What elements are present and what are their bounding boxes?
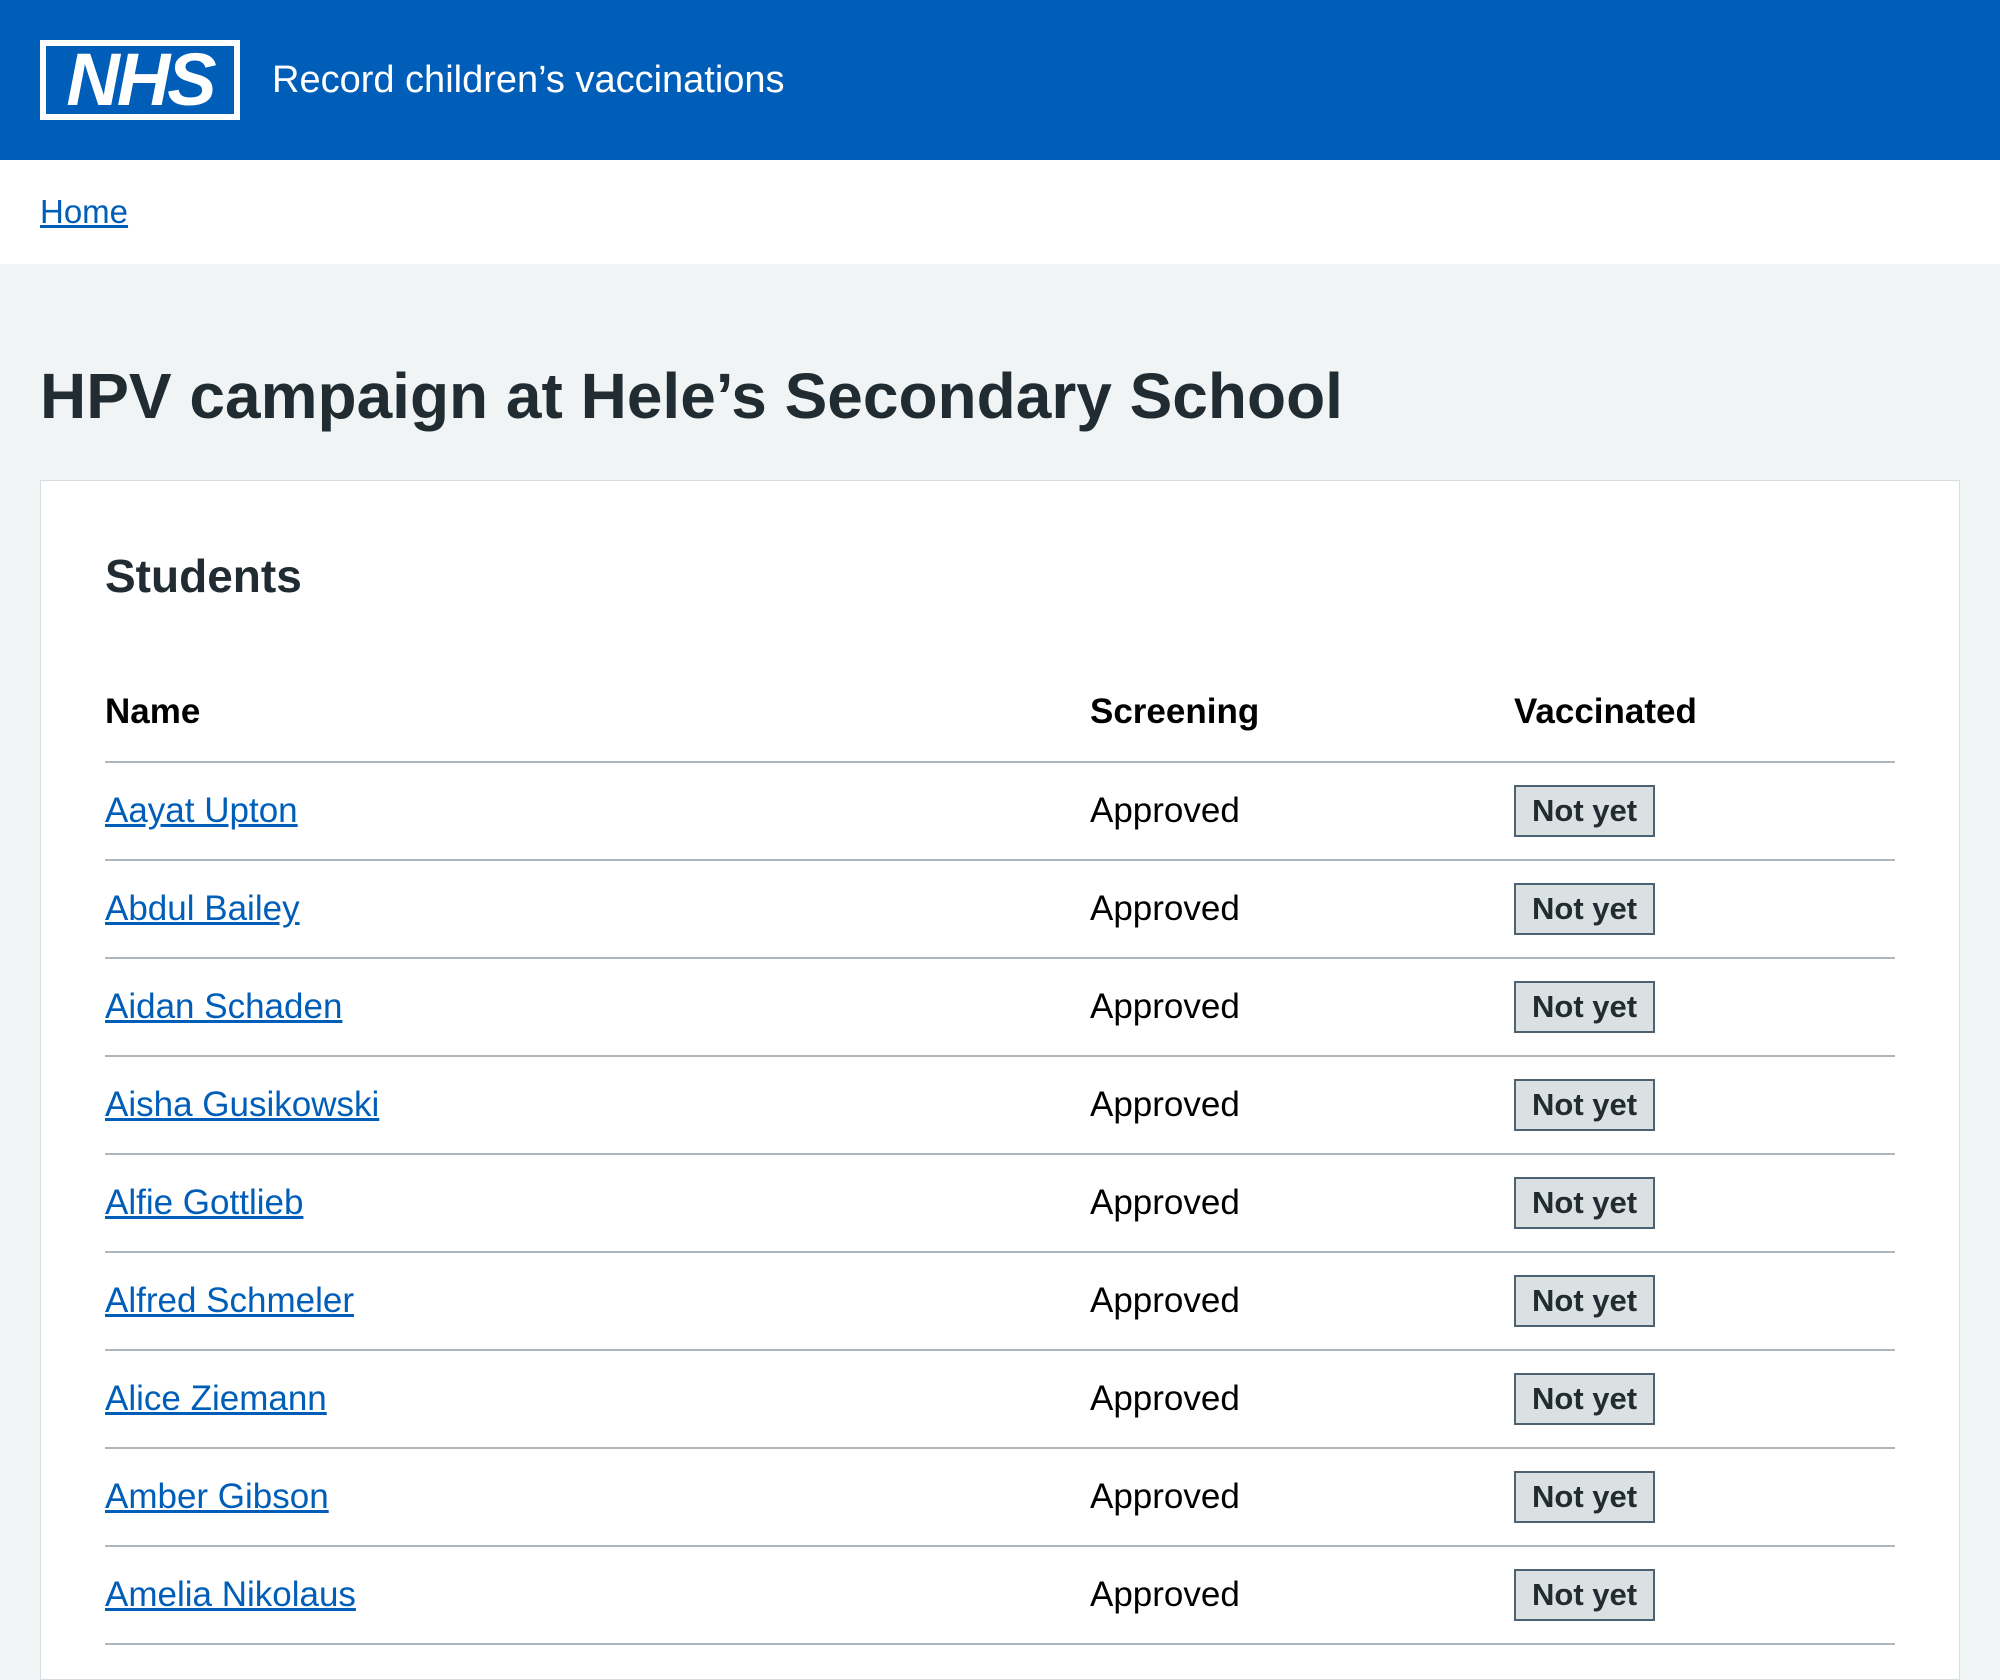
table-row: Aayat Upton Approved Not yet <box>105 762 1895 861</box>
column-header-name: Name <box>105 663 1090 763</box>
student-link[interactable]: Aisha Gusikowski <box>105 1085 379 1124</box>
status-tag: Not yet <box>1514 1274 1656 1328</box>
nhs-logo[interactable]: NHS <box>40 40 240 120</box>
column-header-screening: Screening <box>1090 663 1514 763</box>
student-link[interactable]: Alice Ziemann <box>105 1379 327 1418</box>
service-name[interactable]: Record children’s vaccinations <box>272 59 785 102</box>
name-cell: Aayat Upton <box>105 762 1090 861</box>
table-row: Amber Gibson Approved Not yet <box>105 1448 1895 1547</box>
nhs-logo-text: NHS <box>66 38 216 121</box>
student-link[interactable]: Alfie Gottlieb <box>105 1183 303 1222</box>
student-link[interactable]: Abdul Bailey <box>105 889 300 928</box>
table-row: Aisha Gusikowski Approved Not yet <box>105 1056 1895 1155</box>
site-header: NHS Record children’s vaccinations <box>0 0 2000 160</box>
table-row: Abdul Bailey Approved Not yet <box>105 860 1895 959</box>
status-tag: Not yet <box>1514 1470 1656 1524</box>
table-row: Aidan Schaden Approved Not yet <box>105 958 1895 1057</box>
screening-cell: Approved <box>1090 860 1514 959</box>
vaccinated-cell: Not yet <box>1514 1546 1895 1645</box>
student-link[interactable]: Alfred Schmeler <box>105 1281 354 1320</box>
breadcrumb-home-link[interactable]: Home <box>40 193 128 231</box>
name-cell: Alfred Schmeler <box>105 1252 1090 1351</box>
table-row: Alfred Schmeler Approved Not yet <box>105 1252 1895 1351</box>
name-cell: Aidan Schaden <box>105 958 1090 1057</box>
students-card: Students Name Screening Vaccinated Aayat… <box>40 480 1960 1680</box>
screening-cell: Approved <box>1090 762 1514 861</box>
vaccinated-cell: Not yet <box>1514 1252 1895 1351</box>
screening-cell: Approved <box>1090 1546 1514 1645</box>
table-row: Alfie Gottlieb Approved Not yet <box>105 1154 1895 1253</box>
breadcrumb: Home <box>0 160 2000 264</box>
status-tag: Not yet <box>1514 784 1656 838</box>
screening-cell: Approved <box>1090 1252 1514 1351</box>
vaccinated-cell: Not yet <box>1514 1154 1895 1253</box>
status-tag: Not yet <box>1514 1568 1656 1622</box>
table-row: Amelia Nikolaus Approved Not yet <box>105 1546 1895 1645</box>
table-row: Alice Ziemann Approved Not yet <box>105 1350 1895 1449</box>
name-cell: Amelia Nikolaus <box>105 1546 1090 1645</box>
vaccinated-cell: Not yet <box>1514 860 1895 959</box>
main-content: HPV campaign at Hele’s Secondary School … <box>0 364 2000 1680</box>
vaccinated-cell: Not yet <box>1514 1350 1895 1449</box>
page-title: HPV campaign at Hele’s Secondary School <box>40 360 1343 432</box>
screening-cell: Approved <box>1090 1350 1514 1449</box>
students-table: Name Screening Vaccinated Aayat Upton Ap… <box>105 663 1895 1645</box>
name-cell: Aisha Gusikowski <box>105 1056 1090 1155</box>
student-link[interactable]: Amber Gibson <box>105 1477 329 1516</box>
vaccinated-cell: Not yet <box>1514 958 1895 1057</box>
name-cell: Abdul Bailey <box>105 860 1090 959</box>
name-cell: Alice Ziemann <box>105 1350 1090 1449</box>
student-link[interactable]: Amelia Nikolaus <box>105 1575 356 1614</box>
status-tag: Not yet <box>1514 1372 1656 1426</box>
status-tag: Not yet <box>1514 882 1656 936</box>
screening-cell: Approved <box>1090 1154 1514 1253</box>
status-tag: Not yet <box>1514 1078 1656 1132</box>
screening-cell: Approved <box>1090 958 1514 1057</box>
nhs-logo-box: NHS <box>46 38 234 121</box>
vaccinated-cell: Not yet <box>1514 1448 1895 1547</box>
students-heading: Students <box>105 550 302 602</box>
vaccinated-cell: Not yet <box>1514 1056 1895 1155</box>
name-cell: Alfie Gottlieb <box>105 1154 1090 1253</box>
table-header-row: Name Screening Vaccinated <box>105 663 1895 763</box>
name-cell: Amber Gibson <box>105 1448 1090 1547</box>
vaccinated-cell: Not yet <box>1514 762 1895 861</box>
student-link[interactable]: Aidan Schaden <box>105 987 342 1026</box>
status-tag: Not yet <box>1514 980 1656 1034</box>
screening-cell: Approved <box>1090 1056 1514 1155</box>
status-tag: Not yet <box>1514 1176 1656 1230</box>
student-link[interactable]: Aayat Upton <box>105 791 298 830</box>
screening-cell: Approved <box>1090 1448 1514 1547</box>
column-header-vaccinated: Vaccinated <box>1514 663 1895 763</box>
